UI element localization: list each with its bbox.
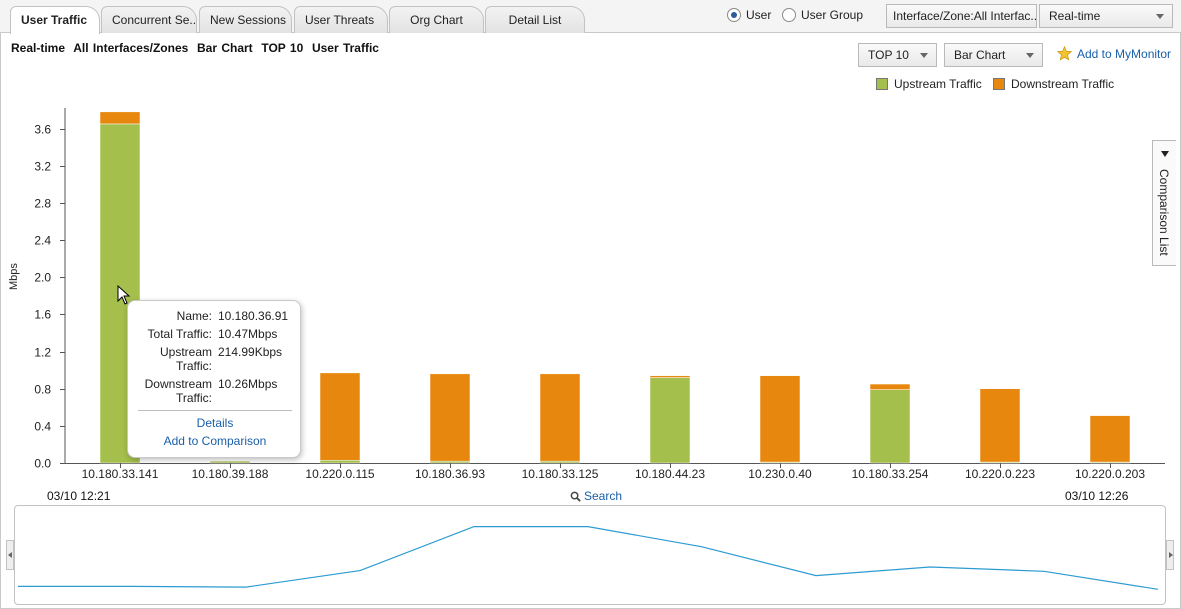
x-tick-label: 10.180.33.254 <box>852 467 929 481</box>
bar-downstream <box>979 388 1021 463</box>
x-tick-label: 10.180.33.141 <box>82 467 159 481</box>
y-tick-label: 0.8 <box>34 383 51 397</box>
y-tick-label: 0.4 <box>34 420 51 434</box>
x-tick-label: 10.220.0.223 <box>965 467 1035 481</box>
x-tick-label: 10.180.39.188 <box>192 467 269 481</box>
timeline-scroll-right[interactable] <box>1166 540 1174 570</box>
tooltip-add-comparison-link[interactable]: Add to Comparison <box>128 434 302 448</box>
bar-upstream <box>319 459 361 464</box>
search-icon <box>570 491 581 502</box>
tooltip-downstream-key: Downstream Traffic: <box>144 377 212 405</box>
tooltip-total-key: Total Traffic: <box>147 327 212 341</box>
bar-downstream <box>429 373 471 462</box>
x-tick-label: 10.180.36.93 <box>415 467 485 481</box>
bar-upstream <box>209 460 251 464</box>
bar-upstream <box>649 377 691 464</box>
x-tick-label: 10.180.44.23 <box>635 467 705 481</box>
tooltip-name-value: 10.180.36.91 <box>218 309 289 323</box>
x-tick-label: 10.220.0.203 <box>1075 467 1145 481</box>
tooltip-details-link[interactable]: Details <box>128 416 302 430</box>
bar-upstream <box>539 460 581 464</box>
search-link[interactable]: Search <box>570 489 622 503</box>
timeline-overview[interactable] <box>14 505 1166 605</box>
timeline-trend-line <box>18 526 1159 590</box>
comparison-list-toggle[interactable]: Comparison List <box>1152 140 1176 266</box>
collapse-arrow-icon <box>1161 151 1169 157</box>
tooltip-divider <box>138 410 292 411</box>
bar-tooltip: Name: 10.180.36.91 Total Traffic: 10.47M… <box>127 300 301 458</box>
y-tick-label: 2.4 <box>34 234 51 248</box>
y-tick-label: 3.6 <box>34 123 51 137</box>
bar-downstream <box>1089 415 1131 463</box>
y-tick-label: 0.0 <box>34 457 51 471</box>
mouse-cursor-icon <box>117 285 131 305</box>
y-tick-label: 3.2 <box>34 160 51 174</box>
bar-upstream <box>429 460 471 464</box>
comparison-list-label: Comparison List <box>1157 169 1171 256</box>
y-tick-label: 1.6 <box>34 308 51 322</box>
x-tick-label: 10.230.0.40 <box>748 467 812 481</box>
tooltip-downstream-value: 10.26Mbps <box>218 377 278 391</box>
tooltip-name-key: Name: <box>176 309 212 323</box>
tooltip-upstream-key: Upstream Traffic: <box>159 345 212 373</box>
search-label: Search <box>584 489 623 503</box>
y-tick-label: 1.2 <box>34 346 51 360</box>
bar-downstream <box>319 372 361 461</box>
x-tick-label: 10.180.33.125 <box>522 467 599 481</box>
timeline-end-date: 03/10 12:26 <box>1065 489 1129 503</box>
bar-upstream <box>869 389 911 464</box>
tab-user-traffic[interactable]: User Traffic <box>10 6 100 34</box>
bar-downstream <box>649 375 691 378</box>
tooltip-total-value: 10.47Mbps <box>218 327 278 341</box>
bar-downstream <box>539 373 581 462</box>
tooltip-upstream-value: 214.99Kbps <box>218 345 283 359</box>
y-tick-label: 2.8 <box>34 197 51 211</box>
bar-downstream <box>759 375 801 463</box>
timeline-trend-chart <box>18 526 1159 590</box>
timeline-start-date: 03/10 12:21 <box>47 489 111 503</box>
bar-downstream <box>99 111 141 125</box>
bar-downstream <box>869 383 911 390</box>
timeline-scroll-left[interactable] <box>6 540 14 570</box>
y-tick-label: 2.0 <box>34 271 51 285</box>
x-tick-label: 10.220.0.115 <box>305 467 375 481</box>
